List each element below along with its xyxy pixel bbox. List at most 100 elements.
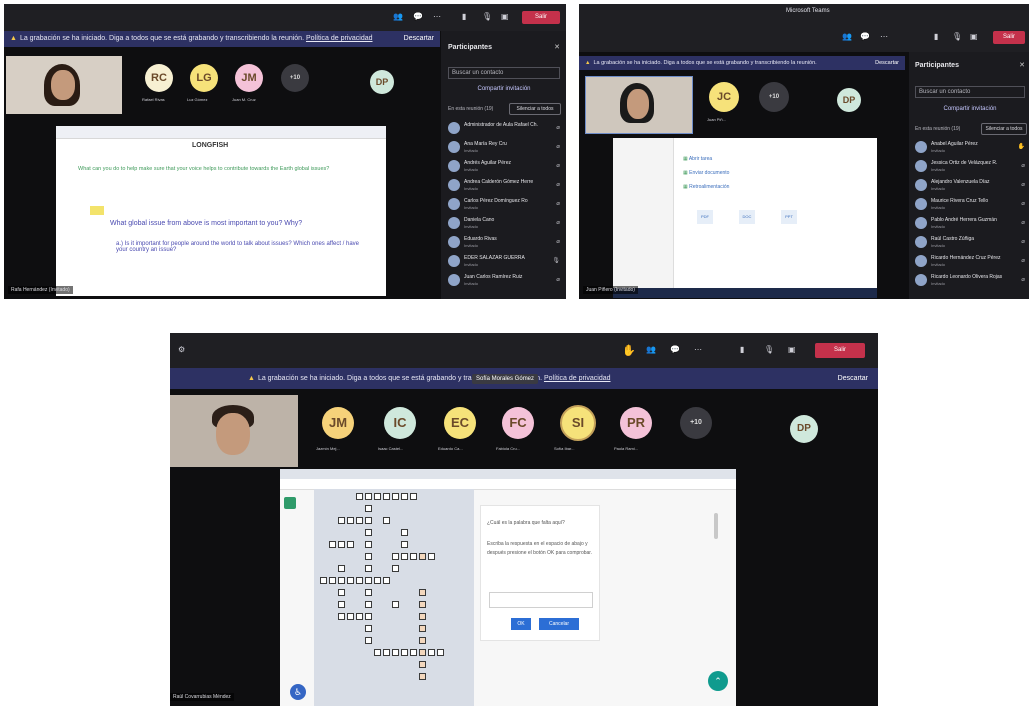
- crossword-cell[interactable]: [410, 553, 417, 560]
- participant-row[interactable]: Alejandro Valenzuela Díaz Invitado ⌀: [915, 178, 1025, 194]
- crossword-cell[interactable]: [356, 517, 363, 524]
- crossword-cell[interactable]: [383, 577, 390, 584]
- crossword-cell[interactable]: [401, 649, 408, 656]
- crossword-cell[interactable]: [338, 601, 345, 608]
- crossword-cell[interactable]: [419, 661, 426, 668]
- more-icon[interactable]: ⋯: [694, 345, 702, 354]
- crossword-cell[interactable]: [410, 493, 417, 500]
- share-invite-button[interactable]: Compartir invitación: [448, 86, 560, 92]
- participants-icon[interactable]: 👥: [646, 345, 656, 354]
- share-screen-icon[interactable]: ▣: [788, 345, 796, 354]
- crossword-cell[interactable]: [392, 601, 399, 608]
- crossword-cell[interactable]: [338, 577, 345, 584]
- search-input[interactable]: Buscar un contacto: [915, 86, 1025, 98]
- avatar-more[interactable]: +10: [281, 64, 309, 92]
- crossword-cell[interactable]: [365, 613, 372, 620]
- crossword-cell[interactable]: [347, 613, 354, 620]
- crossword-cell[interactable]: [383, 649, 390, 656]
- crossword-cell[interactable]: [374, 577, 381, 584]
- participant-row[interactable]: Administrador de Aula Rafael Ch. ⌀: [448, 121, 560, 137]
- participant-row[interactable]: Andrea Calderón Gómez Herre Invitado ⌀: [448, 178, 560, 194]
- participant-row[interactable]: Maurice Rivera Cruz Tello Invitado ⌀: [915, 197, 1025, 213]
- crossword-cell[interactable]: [365, 565, 372, 572]
- close-icon[interactable]: ✕: [1019, 61, 1025, 69]
- crossword-cell[interactable]: [392, 553, 399, 560]
- participant-row[interactable]: Ana María Rey Cru Invitado ⌀: [448, 140, 560, 156]
- crossword-cell[interactable]: [383, 493, 390, 500]
- share-screen-icon[interactable]: ▣: [970, 32, 978, 41]
- avatar-more[interactable]: +10: [759, 82, 789, 112]
- crossword-cell[interactable]: [365, 553, 372, 560]
- crossword-cell[interactable]: [365, 577, 372, 584]
- crossword-cell[interactable]: [365, 529, 372, 536]
- crossword-cell[interactable]: [401, 529, 408, 536]
- crossword-cell[interactable]: [419, 649, 426, 656]
- crossword-cell[interactable]: [392, 493, 399, 500]
- crossword-cell[interactable]: [419, 673, 426, 680]
- item-row[interactable]: ▦ Retroalimentación: [683, 184, 729, 190]
- camera-icon[interactable]: ▮: [934, 32, 938, 41]
- crossword-cell[interactable]: [365, 505, 372, 512]
- crossword-cell[interactable]: [365, 517, 372, 524]
- crossword-cell[interactable]: [347, 541, 354, 548]
- participant-row[interactable]: Anabel Aguilar Pérez Invitado ✋: [915, 140, 1025, 156]
- crossword-cell[interactable]: [428, 649, 435, 656]
- participant-row[interactable]: Daniela Cano Invitado ⌀: [448, 216, 560, 232]
- participants-icon[interactable]: 👥: [393, 12, 403, 21]
- crossword-cell[interactable]: [392, 565, 399, 572]
- crossword-cell[interactable]: [320, 577, 327, 584]
- crossword-cell[interactable]: [410, 649, 417, 656]
- crossword-cell[interactable]: [356, 577, 363, 584]
- crossword-cell[interactable]: [356, 493, 363, 500]
- app-sidebar-icon[interactable]: [284, 497, 296, 509]
- item-row[interactable]: ▦ Abrir tarea: [683, 156, 712, 162]
- crossword-cell[interactable]: [329, 541, 336, 548]
- reaction-icon[interactable]: ✋: [622, 344, 636, 357]
- chat-icon[interactable]: 💬: [413, 12, 423, 21]
- participant-row[interactable]: Ricardo Hernández Cruz Pérez Invitado ⌀: [915, 254, 1025, 270]
- mute-all-button[interactable]: Silenciar a todos: [981, 123, 1027, 135]
- leave-button[interactable]: Salir: [993, 31, 1025, 44]
- participant-row[interactable]: Carlos Pérez Domínguez Ro Invitado ⌀: [448, 197, 560, 213]
- scroll-top-icon[interactable]: ⌃: [708, 671, 728, 691]
- crossword-cell[interactable]: [419, 589, 426, 596]
- crossword-cell[interactable]: [419, 553, 426, 560]
- crossword-cell[interactable]: [419, 637, 426, 644]
- crossword-cell[interactable]: [347, 577, 354, 584]
- crossword-cell[interactable]: [338, 589, 345, 596]
- share-invite-button[interactable]: Compartir invitación: [915, 106, 1025, 112]
- participant-row[interactable]: Eduardo Rivas Invitado ⌀: [448, 235, 560, 251]
- crossword-cell[interactable]: [365, 601, 372, 608]
- crossword-cell[interactable]: [419, 625, 426, 632]
- close-icon[interactable]: ✕: [554, 43, 560, 51]
- crossword-cell[interactable]: [329, 577, 336, 584]
- crossword-cell[interactable]: [338, 613, 345, 620]
- more-icon[interactable]: ⋯: [433, 12, 441, 21]
- item-row[interactable]: ▦ Enviar documento: [683, 170, 729, 176]
- crossword-cell[interactable]: [419, 613, 426, 620]
- share-screen-icon[interactable]: ▣: [501, 12, 509, 21]
- crossword-cell[interactable]: [365, 637, 372, 644]
- crossword-cell[interactable]: [338, 541, 345, 548]
- crossword-cell[interactable]: [356, 613, 363, 620]
- crossword-cell[interactable]: [401, 493, 408, 500]
- crossword-cell[interactable]: [365, 625, 372, 632]
- participant-row[interactable]: Andrés Aguilar Pérez Invitado ⌀: [448, 159, 560, 175]
- crossword-cell[interactable]: [374, 493, 381, 500]
- privacy-link[interactable]: Política de privacidad: [306, 35, 373, 42]
- mute-all-button[interactable]: Silenciar a todos: [509, 103, 561, 115]
- dismiss-button[interactable]: Descartar: [871, 56, 899, 70]
- mic-icon[interactable]: 🎙: [482, 12, 492, 21]
- scrollbar[interactable]: [714, 513, 718, 539]
- crossword-cell[interactable]: [365, 541, 372, 548]
- file-tile[interactable]: DOC: [739, 210, 755, 224]
- participant-row[interactable]: Jessica Ortiz de Velázquez R. Invitado ⌀: [915, 159, 1025, 175]
- crossword-cell[interactable]: [419, 601, 426, 608]
- ok-button[interactable]: OK: [511, 618, 531, 630]
- participant-row[interactable]: Pablo André Herrera Guzmán Invitado ⌀: [915, 216, 1025, 232]
- leave-button[interactable]: Salir: [522, 11, 560, 24]
- chat-icon[interactable]: 💬: [670, 345, 680, 354]
- file-tile[interactable]: PPT: [781, 210, 797, 224]
- crossword-cell[interactable]: [338, 565, 345, 572]
- privacy-link[interactable]: Política de privacidad: [544, 375, 611, 382]
